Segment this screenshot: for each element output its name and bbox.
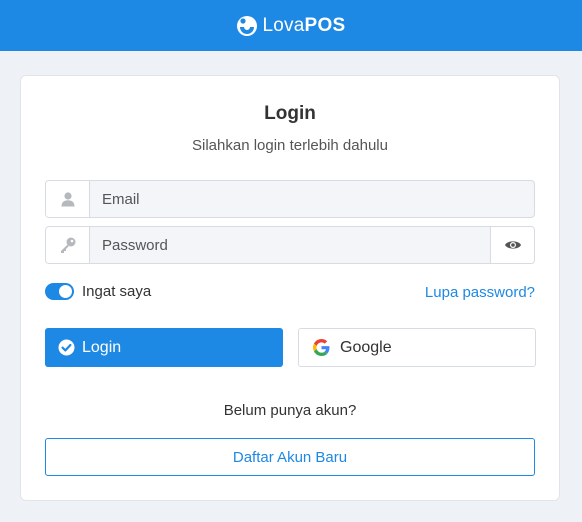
password-addon [46,227,90,263]
login-button-label: Login [82,338,122,356]
remember-me[interactable]: Ingat saya [45,283,151,300]
show-password-button[interactable] [490,227,534,263]
password-input[interactable] [90,227,490,263]
brand-logo[interactable]: Lova POS [236,15,345,37]
brand-name-part2: POS [304,14,346,36]
forgot-password-link[interactable]: Lupa password? [425,284,535,301]
key-icon [60,237,75,253]
top-bar: Lova POS [0,0,582,51]
user-icon [61,192,74,207]
login-card: Login Silahkan login terlebih dahulu Ema… [20,75,560,501]
email-addon [46,181,90,217]
eye-icon [504,241,521,249]
remember-me-toggle[interactable] [45,283,74,300]
lova-logo-icon [237,15,258,36]
google-icon [313,339,330,356]
google-button-label: Google [340,338,392,356]
brand-name-part1: Lova [262,14,305,36]
google-login-button[interactable]: Google [298,328,536,367]
password-input-group [45,226,535,264]
check-circle-icon [58,339,75,356]
login-button[interactable]: Login [45,328,283,367]
toggle-knob [59,285,72,298]
email-input[interactable] [90,181,534,217]
remember-me-label: Ingat saya [82,283,152,300]
register-button[interactable]: Daftar Akun Baru [45,438,535,476]
login-subtitle: Silahkan login terlebih dahulu [192,137,388,154]
login-title: Login [264,103,316,124]
no-account-text: Belum punya akun? [223,402,357,419]
email-input-group [45,180,535,218]
